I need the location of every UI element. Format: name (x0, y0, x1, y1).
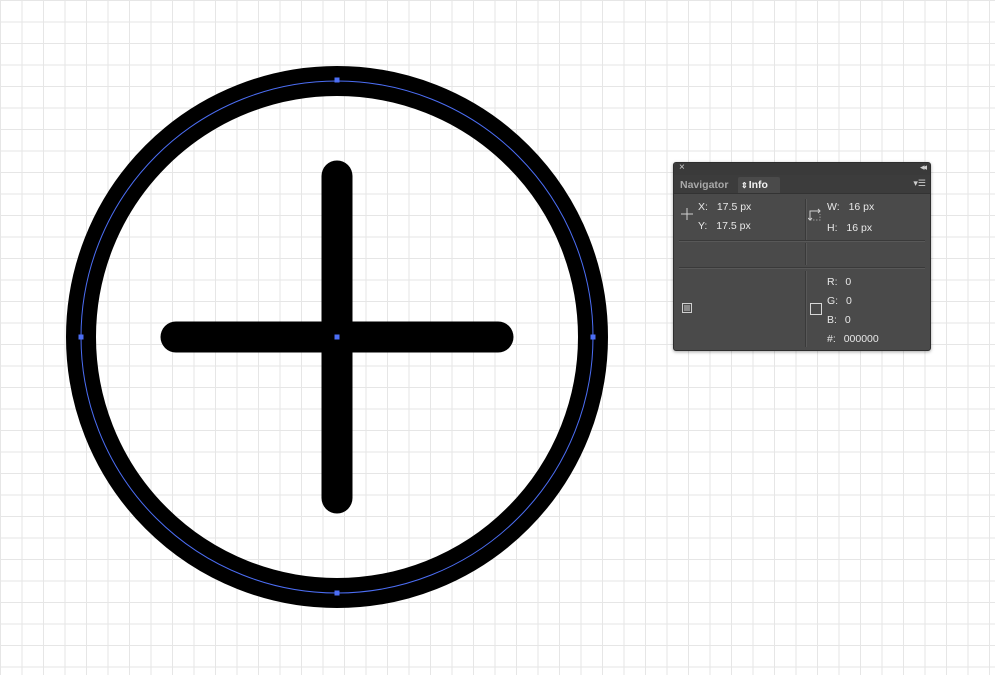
anchor-point-bottom[interactable] (334, 590, 340, 596)
x-label: X: (698, 201, 708, 213)
y-label: Y: (698, 220, 708, 232)
h-label: H: (827, 222, 838, 234)
w-label: W: (827, 201, 840, 213)
x-row: X: 17.5 px (698, 201, 751, 213)
h-row: H: 16 px (827, 222, 872, 234)
tab-info-label: Info (748, 179, 768, 191)
tab-navigator[interactable]: Navigator (680, 177, 728, 193)
collapse-panel-icon[interactable]: ◂◂ (920, 162, 927, 173)
crosshair-icon (681, 208, 693, 220)
g-label: G: (827, 295, 839, 307)
anchor-point-top[interactable] (334, 77, 340, 83)
r-value: 0 (845, 276, 852, 288)
panel-menu-icon[interactable]: ▾☰ (913, 178, 926, 189)
column-divider (805, 199, 807, 241)
g-row: G: 0 (827, 295, 852, 307)
updown-icon: ⇕ (741, 181, 748, 190)
hex-label: #: (827, 333, 836, 345)
w-row: W: 16 px (827, 201, 874, 213)
hex-value: 000000 (843, 333, 879, 345)
x-value: 17.5 px (716, 201, 752, 213)
divider-1 (679, 240, 925, 242)
b-label: B: (827, 314, 837, 326)
r-row: R: 0 (827, 276, 851, 288)
y-value: 17.5 px (716, 220, 751, 232)
g-value: 0 (846, 295, 852, 307)
anchor-point-right[interactable] (590, 334, 596, 340)
divider-2 (679, 267, 925, 269)
center-point[interactable] (334, 334, 340, 340)
b-row: B: 0 (827, 314, 851, 326)
panel-title-strip[interactable]: × ◂◂ (674, 162, 930, 175)
tab-info[interactable]: ⇕Info (738, 177, 780, 193)
column-divider-2 (805, 243, 807, 265)
column-divider-3 (805, 271, 807, 347)
r-label: R: (827, 276, 838, 288)
w-value: 16 px (848, 201, 875, 213)
close-panel-icon[interactable]: × (679, 162, 685, 173)
size-frame-icon (808, 208, 821, 221)
hex-row: #: 000000 (827, 333, 879, 345)
fill-swatch-icon (682, 303, 692, 313)
y-row: Y: 17.5 px (698, 220, 751, 232)
anchor-point-left[interactable] (78, 334, 84, 340)
b-value: 0 (844, 314, 851, 326)
panel-tab-bar: Navigator ⇕Info ▾☰ (674, 175, 930, 194)
h-value: 16 px (846, 222, 873, 234)
info-panel: × ◂◂ Navigator ⇕Info ▾☰ X: 17.5 px Y: 17… (673, 162, 931, 351)
stroke-swatch-icon (810, 303, 822, 315)
